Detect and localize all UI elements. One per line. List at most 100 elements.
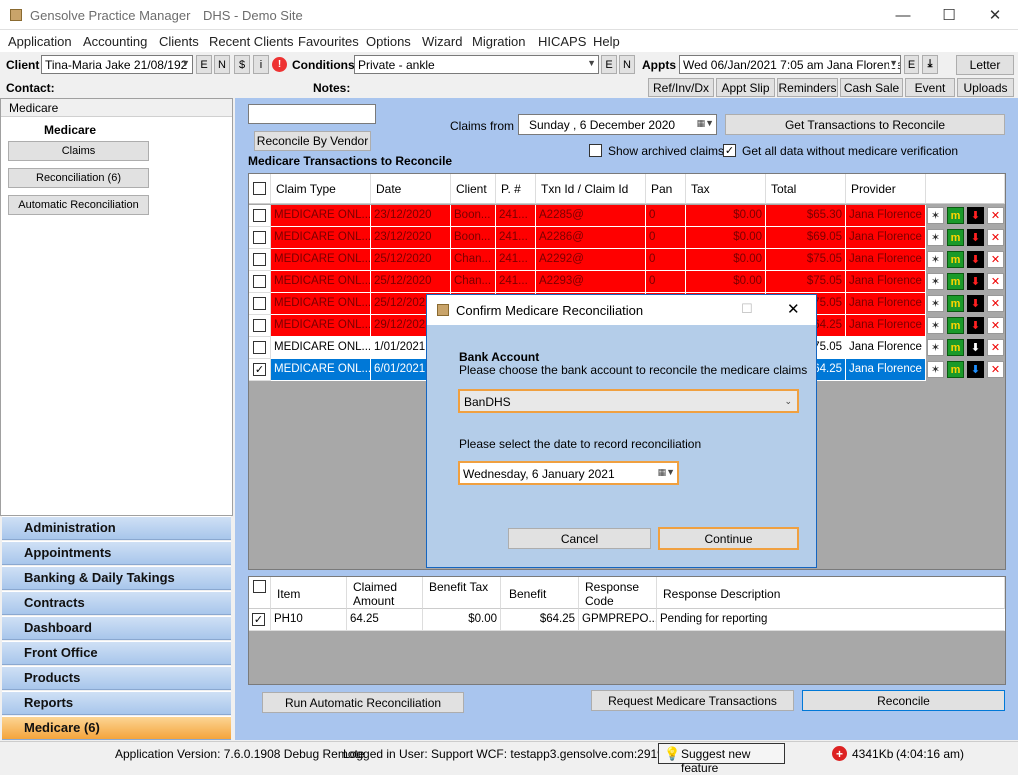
medicare-icon[interactable]: m <box>947 361 964 378</box>
claim-item-row[interactable]: ✓ PH10 64.25 $0.00 $64.25 GPMPREPO... Pe… <box>249 609 1005 631</box>
nav-administration[interactable]: Administration <box>2 516 231 540</box>
appt-edit-button[interactable]: E <box>904 55 919 74</box>
minimize-icon[interactable]: — <box>880 0 926 30</box>
transaction-row[interactable]: MEDICARE ONL... 23/12/2020 Boon... 241... A2… <box>249 205 1005 227</box>
uploads-button[interactable]: Uploads <box>957 78 1014 97</box>
col-claimed-amount[interactable]: Claimed Amount <box>347 577 423 609</box>
menu-favourites[interactable]: Favourites <box>298 34 359 49</box>
loading-icon[interactable]: ✶ <box>927 361 944 378</box>
bank-account-select[interactable]: BanDHS ⌄ <box>458 389 799 413</box>
get-transactions-button[interactable]: Get Transactions to Reconcile <box>725 114 1005 135</box>
cancel-button[interactable]: Cancel <box>508 528 651 549</box>
col-claim-type[interactable]: Claim Type <box>271 174 371 204</box>
condition-edit-button[interactable]: E <box>601 55 617 74</box>
loading-icon[interactable]: ✶ <box>927 229 944 246</box>
client-info-button[interactable]: i <box>253 55 269 74</box>
medicare-icon[interactable]: m <box>947 207 964 224</box>
reconciliation-button[interactable]: Reconciliation (6) <box>8 168 149 188</box>
loading-icon[interactable]: ✶ <box>927 317 944 334</box>
col-provider[interactable]: Provider <box>846 174 926 204</box>
col-benefit[interactable]: Benefit <box>501 577 579 609</box>
row-checkbox-cell[interactable] <box>249 227 271 249</box>
row-checkbox-cell[interactable] <box>249 293 271 315</box>
transaction-row[interactable]: MEDICARE ONL... 23/12/2020 Boon... 241... A2… <box>249 227 1005 249</box>
col-p[interactable]: P. # <box>496 174 536 204</box>
client-account-button[interactable]: $ <box>234 55 250 74</box>
nav-medicare[interactable]: Medicare (6) <box>2 716 231 740</box>
medicare-icon[interactable]: m <box>947 295 964 312</box>
medicare-icon[interactable]: m <box>947 339 964 356</box>
claims-from-date[interactable]: Sunday , 6 December 2020 ▦▼ <box>518 114 717 135</box>
appt-slip-button[interactable]: Appt Slip <box>716 78 775 97</box>
reconcile-by-vendor-button[interactable]: Reconcile By Vendor <box>254 131 371 151</box>
run-auto-reconciliation-button[interactable]: Run Automatic Reconciliation <box>262 692 464 713</box>
bottom-select-all-checkbox[interactable] <box>253 580 266 593</box>
alert-icon[interactable]: ! <box>272 57 287 72</box>
delete-icon[interactable]: ✕ <box>987 339 1004 356</box>
medicare-icon[interactable]: m <box>947 317 964 334</box>
arrow-down-icon[interactable]: ⬇ <box>967 229 984 246</box>
menu-options[interactable]: Options <box>366 34 411 49</box>
maximize-icon[interactable]: ☐ <box>926 0 972 30</box>
row-checkbox[interactable] <box>253 231 266 244</box>
arrow-down-icon[interactable]: ⬇ <box>967 339 984 356</box>
menu-clients[interactable]: Clients <box>159 34 199 49</box>
reminders-button[interactable]: Reminders <box>777 78 838 97</box>
event-button[interactable]: Event <box>905 78 955 97</box>
continue-button[interactable]: Continue <box>658 527 799 550</box>
menu-hicaps[interactable]: HICAPS <box>538 34 586 49</box>
menu-help[interactable]: Help <box>593 34 620 49</box>
condition-new-button[interactable]: N <box>619 55 635 74</box>
row-checkbox[interactable] <box>253 297 266 310</box>
show-archived-checkbox[interactable] <box>589 144 602 157</box>
delete-icon[interactable]: ✕ <box>987 317 1004 334</box>
menu-migration[interactable]: Migration <box>472 34 525 49</box>
select-all-checkbox[interactable] <box>253 182 266 195</box>
reconciliation-date-picker[interactable]: Wednesday, 6 January 2021 ▦▼ <box>458 461 679 485</box>
claim-item-checkbox-cell[interactable]: ✓ <box>249 609 271 631</box>
arrow-down-icon[interactable]: ⬇ <box>967 361 984 378</box>
nav-appointments[interactable]: Appointments <box>2 541 231 565</box>
row-checkbox-cell[interactable] <box>249 271 271 293</box>
automatic-reconciliation-button[interactable]: Automatic Reconciliation <box>8 195 149 215</box>
arrow-down-icon[interactable]: ⬇ <box>967 207 984 224</box>
menu-application[interactable]: Application <box>8 34 72 49</box>
row-checkbox-cell[interactable] <box>249 249 271 271</box>
row-checkbox-cell[interactable]: ✓ <box>249 359 271 381</box>
claims-button[interactable]: Claims <box>8 141 149 161</box>
row-checkbox-cell[interactable] <box>249 205 271 227</box>
medicare-icon[interactable]: m <box>947 229 964 246</box>
row-checkbox[interactable] <box>253 275 266 288</box>
menu-recent-clients[interactable]: Recent Clients <box>209 34 294 49</box>
arrow-down-icon[interactable]: ⬇ <box>967 295 984 312</box>
loading-icon[interactable]: ✶ <box>927 295 944 312</box>
nav-contracts[interactable]: Contracts <box>2 591 231 615</box>
loading-icon[interactable]: ✶ <box>927 339 944 356</box>
ref-inv-dx-button[interactable]: Ref/Inv/Dx <box>648 78 714 97</box>
close-icon[interactable]: ✕ <box>972 0 1018 30</box>
col-pan[interactable]: Pan <box>646 174 686 204</box>
col-total[interactable]: Total <box>766 174 846 204</box>
filter-input[interactable] <box>248 104 376 124</box>
col-response-code[interactable]: Response Code <box>579 577 657 609</box>
cash-sale-button[interactable]: Cash Sale <box>840 78 903 97</box>
nav-reports[interactable]: Reports <box>2 691 231 715</box>
col-response-description[interactable]: Response Description <box>657 577 1005 609</box>
header-select-all[interactable] <box>249 174 271 204</box>
conditions-combo[interactable]: Private - ankle ▼ <box>354 55 599 74</box>
col-date[interactable]: Date <box>371 174 451 204</box>
delete-icon[interactable]: ✕ <box>987 229 1004 246</box>
col-txn-id[interactable]: Txn Id / Claim Id <box>536 174 646 204</box>
arrow-down-icon[interactable]: ⬇ <box>967 317 984 334</box>
row-checkbox[interactable] <box>253 209 266 222</box>
delete-icon[interactable]: ✕ <box>987 251 1004 268</box>
delete-icon[interactable]: ✕ <box>987 361 1004 378</box>
get-all-data-checkbox[interactable]: ✓ <box>723 144 736 157</box>
nav-dashboard[interactable]: Dashboard <box>2 616 231 640</box>
row-checkbox[interactable]: ✓ <box>253 363 266 376</box>
letter-button[interactable]: Letter <box>956 55 1014 75</box>
col-item[interactable]: Item <box>271 577 347 609</box>
row-checkbox-cell[interactable] <box>249 337 271 359</box>
medicare-icon[interactable]: m <box>947 273 964 290</box>
loading-icon[interactable]: ✶ <box>927 251 944 268</box>
